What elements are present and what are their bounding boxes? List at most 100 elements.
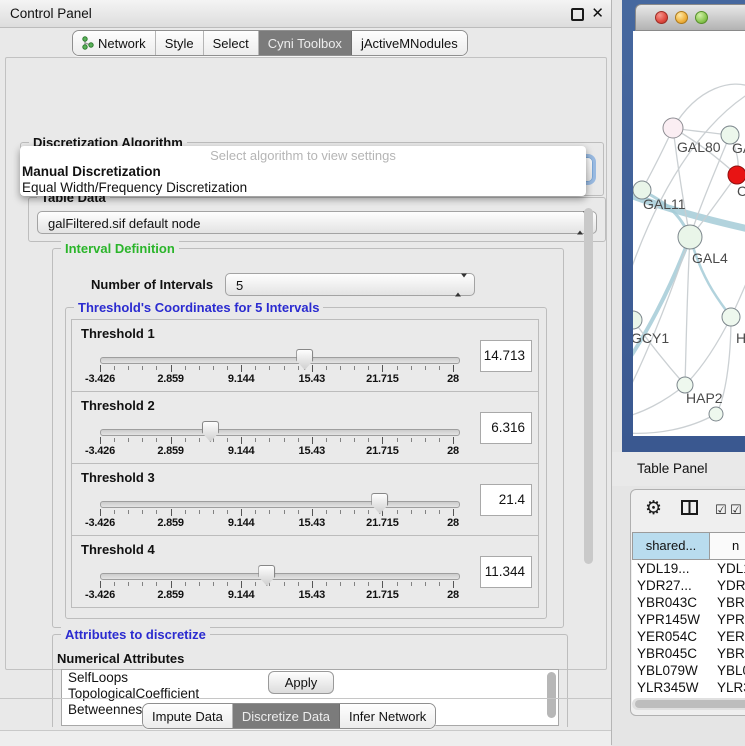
network-node[interactable] xyxy=(722,308,740,326)
slider-thumb[interactable] xyxy=(296,349,313,370)
tab-label: Discretize Data xyxy=(242,709,330,724)
slider-tick xyxy=(156,510,157,514)
tab-jactivemnodules[interactable]: jActiveMNodules xyxy=(352,31,467,55)
table-row[interactable]: YPR145WYPR1 xyxy=(632,611,745,628)
tab-impute-data[interactable]: Impute Data xyxy=(143,704,233,728)
horizontal-scrollbar-thumb[interactable] xyxy=(635,700,745,708)
slider-tick-label: 21.715 xyxy=(366,589,398,601)
slider-tick-label: 15.43 xyxy=(299,517,326,529)
network-node[interactable] xyxy=(678,225,702,249)
slider-track[interactable] xyxy=(100,429,460,436)
slider-tick xyxy=(142,582,143,586)
table-row[interactable]: YER054CYER0 xyxy=(632,628,745,645)
table-row[interactable]: YBL079WYBL0 xyxy=(632,662,745,679)
cyni-content-panel: Discretization Algorithm Select algorith… xyxy=(5,57,607,670)
slider-thumb[interactable] xyxy=(371,493,388,514)
slider-tick-label: 21.715 xyxy=(366,373,398,385)
checkbox-checked-icon[interactable]: ☑ xyxy=(715,502,727,518)
number-of-intervals-combobox[interactable]: 5 xyxy=(225,273,475,296)
threshold-value-field[interactable]: 21.4 xyxy=(480,484,532,516)
slider-tick xyxy=(255,510,256,514)
cell-shared-name: YBL079W xyxy=(632,662,710,679)
tab-style[interactable]: Style xyxy=(156,31,204,55)
network-window-titlebar[interactable] xyxy=(635,4,745,31)
cell-name: YDR2 xyxy=(710,577,745,594)
slider-tick xyxy=(284,438,285,442)
table-rows: YDL19...YDL1YDR27...YDR2YBR043CYBR0YPR14… xyxy=(632,560,745,706)
threshold-value-field[interactable]: 14.713 xyxy=(480,340,532,372)
table-row[interactable]: YLR345WYLR3 xyxy=(632,679,745,696)
menu-item-equal-width-frequency-discretization[interactable]: Equal Width/Frequency Discretization xyxy=(20,180,586,196)
tab-label: Infer Network xyxy=(349,709,426,724)
gear-icon[interactable]: ⚙ xyxy=(645,498,662,520)
table-row[interactable]: YBR043CYBR0 xyxy=(632,594,745,611)
table-row[interactable]: YDL19...YDL1 xyxy=(632,560,745,577)
column-header-shared[interactable]: shared... xyxy=(632,532,710,560)
bottom-separator xyxy=(0,698,611,699)
cell-shared-name: YBR045C xyxy=(632,645,710,662)
network-node[interactable] xyxy=(728,166,745,184)
column-header-name[interactable]: n xyxy=(709,532,745,560)
threshold-coordinates-group: Threshold's Coordinates for 5 Intervals … xyxy=(65,307,547,619)
tab-discretize-data[interactable]: Discretize Data xyxy=(233,704,340,728)
slider-track[interactable] xyxy=(100,501,460,508)
table-row[interactable]: YBR045CYBR0 xyxy=(632,645,745,662)
cell-shared-name: YDL19... xyxy=(632,560,710,577)
tab-label: Select xyxy=(213,36,249,51)
threshold-slider-stack: Threshold 1-3.4262.8599.14415.4321.71528… xyxy=(71,320,539,608)
mac-zoom-button[interactable] xyxy=(695,11,708,24)
network-node[interactable] xyxy=(709,407,723,421)
threshold-value-field[interactable]: 6.316 xyxy=(480,412,532,444)
slider-track[interactable] xyxy=(100,573,460,580)
slider-tick xyxy=(382,581,383,588)
bottom-tab-bar: Impute Data Discretize Data Infer Network xyxy=(142,703,436,729)
threshold-panel-4: Threshold 4-3.4262.8599.14415.4321.71528… xyxy=(71,535,539,608)
slider-tick xyxy=(185,438,186,442)
list-scrollbar[interactable] xyxy=(547,672,556,718)
cell-name: YBL0 xyxy=(710,662,745,679)
slider-tick xyxy=(227,582,228,586)
slider-thumb[interactable] xyxy=(258,565,275,586)
network-view-window: GAL80GACGAL11GAL4GCY1HHAP2 xyxy=(622,0,745,452)
slider-tick xyxy=(142,438,143,442)
menu-item-manual-discretization[interactable]: Manual Discretization xyxy=(20,164,586,180)
network-node[interactable] xyxy=(633,311,642,329)
slider-thumb[interactable] xyxy=(202,421,219,442)
slider-tick-label: -3.426 xyxy=(85,517,115,529)
slider-tick xyxy=(298,510,299,514)
tab-select[interactable]: Select xyxy=(204,31,259,55)
close-icon[interactable]: ✕ xyxy=(591,4,604,22)
slider-tick xyxy=(142,366,143,370)
tab-infer-network[interactable]: Infer Network xyxy=(340,704,435,728)
network-canvas[interactable]: GAL80GACGAL11GAL4GCY1HHAP2 xyxy=(633,31,745,436)
tab-network[interactable]: Network xyxy=(73,31,156,55)
horizontal-scrollbar[interactable] xyxy=(632,698,745,710)
number-of-intervals-label: Number of Intervals xyxy=(91,277,213,292)
tab-cyni-toolbox[interactable]: Cyni Toolbox xyxy=(259,31,352,55)
checkbox-checked-icon[interactable]: ☑ xyxy=(730,502,742,518)
slider-tick xyxy=(453,437,454,444)
slider-tick xyxy=(411,510,412,514)
slider-tick xyxy=(114,582,115,586)
table-row[interactable]: YDR27...YDR2 xyxy=(632,577,745,594)
mac-minimize-button[interactable] xyxy=(675,11,688,24)
slider-tick xyxy=(439,438,440,442)
network-node[interactable] xyxy=(663,118,683,138)
table-data-combobox[interactable]: galFiltered.sif default node xyxy=(37,211,597,234)
slider-track[interactable] xyxy=(100,357,460,364)
slider-tick xyxy=(114,510,115,514)
slider-tick xyxy=(453,365,454,372)
slider-tick xyxy=(171,581,172,588)
threshold-panel-1: Threshold 1-3.4262.8599.14415.4321.71528… xyxy=(71,319,539,392)
apply-button[interactable]: Apply xyxy=(268,671,334,694)
slider-tick xyxy=(269,438,270,442)
panel-scrollbar[interactable] xyxy=(584,208,593,564)
cell-name: YLR3 xyxy=(710,679,745,696)
split-view-icon[interactable] xyxy=(681,500,698,518)
float-window-icon[interactable] xyxy=(571,8,584,21)
slider-tick xyxy=(425,582,426,586)
mac-close-button[interactable] xyxy=(655,11,668,24)
threshold-value-field[interactable]: 11.344 xyxy=(480,556,532,588)
network-node-label: GCY1 xyxy=(633,330,669,346)
slider-tick xyxy=(213,582,214,586)
